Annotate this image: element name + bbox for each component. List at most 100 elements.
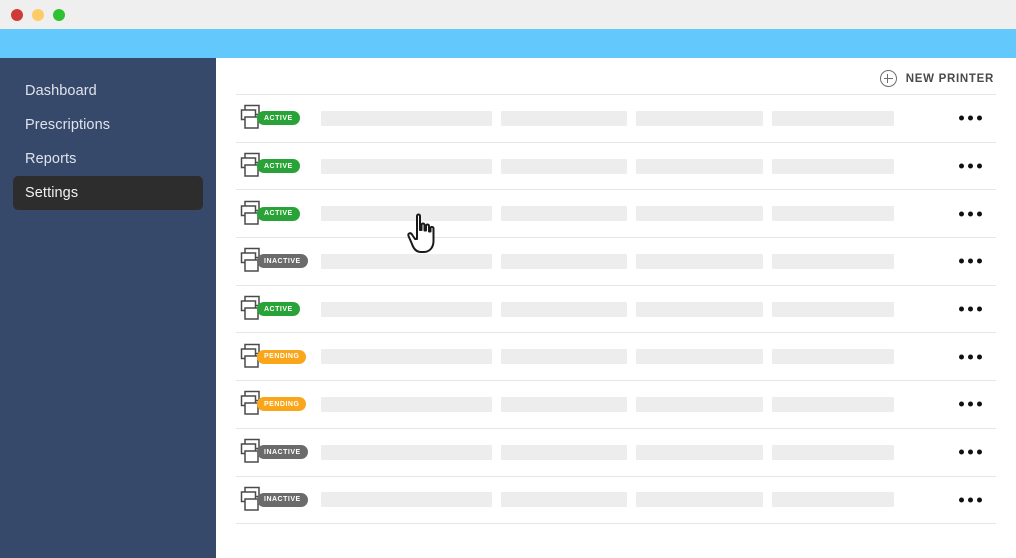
sidebar-item-prescriptions[interactable]: Prescriptions (13, 108, 203, 142)
placeholder-bar (772, 349, 894, 365)
sidebar-item-label: Prescriptions (25, 117, 111, 133)
app-top-bar (0, 29, 1016, 58)
row-content-placeholders (321, 253, 894, 269)
placeholder-bar (501, 444, 627, 460)
dot (968, 401, 973, 407)
status-badge: INACTIVE (257, 254, 308, 269)
row-content-placeholders (321, 492, 894, 508)
printer-status-cell: ACTIVE (236, 150, 321, 182)
dot (977, 401, 982, 407)
dot (977, 449, 982, 455)
table-row[interactable]: ACTIVE (236, 95, 996, 142)
plus-circle-icon (879, 70, 897, 87)
row-content-placeholders (321, 396, 894, 412)
placeholder-bar (772, 158, 894, 174)
printer-status-cell: INACTIVE (236, 245, 321, 277)
dot (959, 258, 964, 264)
placeholder-bar (321, 253, 492, 269)
dot (977, 163, 982, 169)
printer-status-cell: ACTIVE (236, 293, 321, 325)
three-dots-icon[interactable] (959, 258, 982, 264)
status-badge: ACTIVE (257, 111, 300, 126)
placeholder-bar (636, 158, 763, 174)
placeholder-bar (501, 110, 627, 126)
three-dots-icon[interactable] (959, 354, 982, 360)
sidebar-item-label: Settings (25, 185, 79, 201)
table-row[interactable]: INACTIVE (236, 238, 996, 285)
dot (977, 211, 982, 217)
dot (959, 306, 964, 312)
placeholder-bar (321, 396, 492, 412)
placeholder-bar (501, 492, 627, 508)
three-dots-icon[interactable] (959, 449, 982, 455)
placeholder-bar (772, 110, 894, 126)
dot (977, 497, 982, 503)
placeholder-bar (501, 349, 627, 365)
table-row[interactable]: PENDING (236, 381, 996, 428)
table-row[interactable]: INACTIVE (236, 429, 996, 476)
status-badge: ACTIVE (257, 206, 300, 221)
row-content-placeholders (321, 158, 894, 174)
placeholder-bar (636, 396, 763, 412)
three-dots-icon[interactable] (959, 401, 982, 407)
status-badge: PENDING (257, 349, 307, 364)
placeholder-bar (321, 206, 492, 222)
table-row[interactable]: ACTIVE (236, 286, 996, 333)
new-printer-label: NEW PRINTER (905, 72, 994, 85)
dot (977, 354, 982, 360)
placeholder-bar (772, 396, 894, 412)
dot (977, 258, 982, 264)
three-dots-icon[interactable] (959, 497, 982, 503)
dot (959, 497, 964, 503)
three-dots-icon[interactable] (959, 163, 982, 169)
placeholder-bar (321, 158, 492, 174)
three-dots-icon[interactable] (959, 306, 982, 312)
placeholder-bar (501, 206, 627, 222)
placeholder-bar (321, 110, 492, 126)
sidebar-item-label: Dashboard (25, 83, 97, 99)
three-dots-icon[interactable] (959, 211, 982, 217)
placeholder-bar (501, 253, 627, 269)
dot (977, 306, 982, 312)
window-controls (11, 9, 65, 21)
sidebar-item-reports[interactable]: Reports (13, 142, 203, 176)
table-row[interactable]: PENDING (236, 333, 996, 380)
placeholder-bar (636, 206, 763, 222)
sidebar-item-settings[interactable]: Settings (13, 176, 203, 210)
table-row[interactable]: INACTIVE (236, 477, 996, 524)
printer-list: ACTIVE ACTIVE ACTIVE INACTIVE ACTIVE PENDING P… (236, 94, 996, 525)
table-row[interactable]: ACTIVE (236, 143, 996, 190)
maximize-button[interactable] (53, 9, 65, 21)
placeholder-bar (501, 158, 627, 174)
window-titlebar (0, 0, 1016, 29)
list-divider (236, 523, 996, 525)
placeholder-bar (636, 253, 763, 269)
dot (968, 497, 973, 503)
main-content: NEW PRINTER ACTIVE ACTIVE ACTIVE INACTIVE AC… (216, 58, 1016, 558)
printer-status-cell: INACTIVE (236, 436, 321, 468)
placeholder-bar (321, 301, 492, 317)
status-badge: ACTIVE (257, 302, 300, 317)
dot (959, 163, 964, 169)
dot (977, 115, 982, 121)
row-content-placeholders (321, 301, 894, 317)
placeholder-bar (501, 396, 627, 412)
placeholder-bar (636, 349, 763, 365)
dot (959, 449, 964, 455)
minimize-button[interactable] (32, 9, 44, 21)
placeholder-bar (636, 492, 763, 508)
close-button[interactable] (11, 9, 23, 21)
three-dots-icon[interactable] (959, 115, 982, 121)
placeholder-bar (772, 301, 894, 317)
sidebar-item-dashboard[interactable]: Dashboard (13, 74, 203, 108)
placeholder-bar (772, 444, 894, 460)
table-row[interactable]: ACTIVE (236, 190, 996, 237)
sidebar-nav: Dashboard Prescriptions Reports Settings (0, 74, 216, 210)
dot (968, 449, 973, 455)
placeholder-bar (772, 206, 894, 222)
dot (959, 211, 964, 217)
printer-status-cell: ACTIVE (236, 198, 321, 230)
dot (959, 115, 964, 121)
dot (959, 401, 964, 407)
new-printer-button[interactable]: NEW PRINTER (879, 70, 994, 87)
